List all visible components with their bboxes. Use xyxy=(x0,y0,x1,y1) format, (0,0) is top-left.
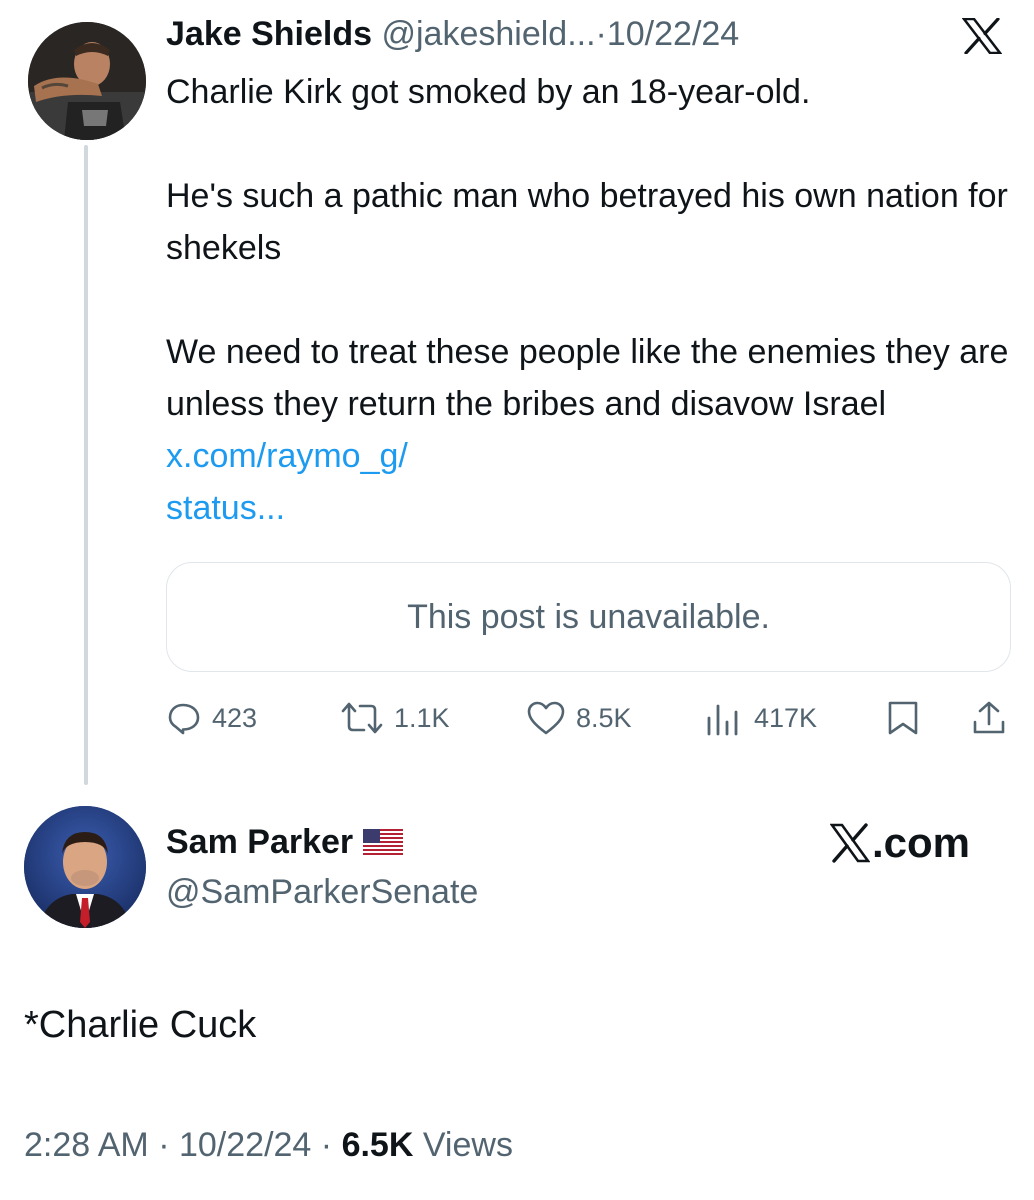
reply-count: 423 xyxy=(212,702,258,733)
author-name[interactable]: Sam Parker xyxy=(166,820,353,864)
brand-watermark: .com xyxy=(830,820,970,866)
separator-dot: · xyxy=(595,15,607,53)
tweet2-meta: 2:28 AM · 10/22/24 · 6.5K Views xyxy=(24,1122,513,1168)
tweet1-header: Jake Shields @jakeshield...·10/22/24 xyxy=(166,12,739,56)
views-button[interactable]: 417K xyxy=(704,698,817,738)
tweet-date[interactable]: 10/22/24 xyxy=(179,1126,311,1164)
brand-domain: .com xyxy=(872,819,971,866)
unavailable-message: This post is unavailable. xyxy=(407,597,770,636)
author-handle-tweet2[interactable]: @SamParkerSenate xyxy=(166,870,478,914)
like-count: 8.5K xyxy=(576,702,632,733)
tweet1-link[interactable]: x.com/raymo_g/ status... xyxy=(166,437,408,527)
tweet1-body: Charlie Kirk got smoked by an 18-year-ol… xyxy=(166,73,1009,423)
repost-count: 1.1K xyxy=(394,702,450,733)
tweet2-text: *Charlie Cuck xyxy=(24,1004,257,1046)
repost-button[interactable]: 1.1K xyxy=(340,698,450,738)
author-handle[interactable]: @jakeshield... xyxy=(381,15,595,53)
quoted-post-unavailable: This post is unavailable. xyxy=(166,562,1011,672)
views-count: 417K xyxy=(754,702,818,733)
views-label: Views xyxy=(422,1126,513,1164)
thread-connector-line xyxy=(84,145,88,785)
repost-icon xyxy=(341,702,383,734)
x-logo-icon xyxy=(830,823,870,863)
x-logo-icon xyxy=(962,18,1002,54)
avatar-sam-parker[interactable] xyxy=(24,806,146,928)
share-icon[interactable] xyxy=(972,700,1006,736)
reply-button[interactable]: 423 xyxy=(166,698,257,738)
author-name[interactable]: Jake Shields xyxy=(166,15,372,53)
tweet1-text: Charlie Kirk got smoked by an 18-year-ol… xyxy=(166,66,1011,534)
tweet2-author-line: Sam Parker xyxy=(166,820,404,864)
reply-icon xyxy=(168,703,200,735)
separator-dot: · xyxy=(320,1126,333,1164)
views-count: 6.5K xyxy=(341,1126,414,1164)
heart-icon xyxy=(527,701,565,735)
separator-dot: · xyxy=(158,1126,170,1164)
avatar-jake-shields[interactable] xyxy=(28,22,146,140)
views-icon xyxy=(707,704,738,736)
bookmark-icon[interactable] xyxy=(886,700,920,736)
us-flag-icon xyxy=(363,829,404,855)
tweet-date[interactable]: 10/22/24 xyxy=(607,15,739,53)
tweet-time[interactable]: 2:28 AM xyxy=(24,1126,149,1164)
like-button[interactable]: 8.5K xyxy=(526,698,632,738)
